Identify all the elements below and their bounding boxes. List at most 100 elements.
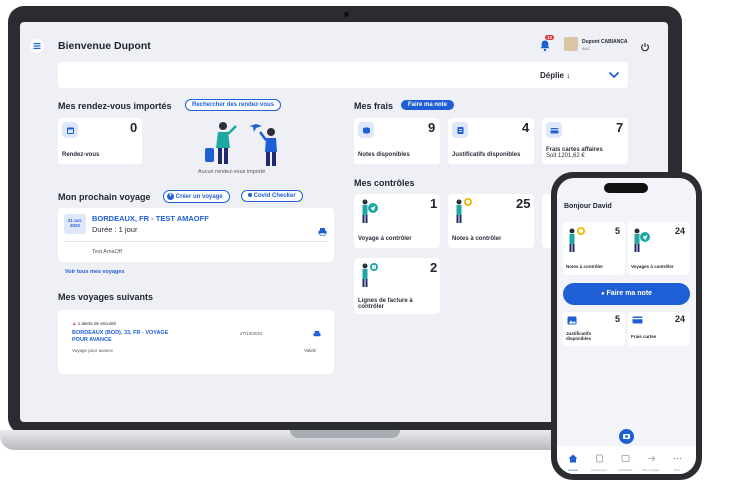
power-icon	[641, 43, 649, 52]
expenses-title: Mes frais	[354, 101, 394, 111]
filter-label: Déplie ↓	[540, 71, 571, 80]
print-icon[interactable]	[318, 227, 327, 236]
business-cards-card[interactable]: 7 Frais cartes affaires Soit 1201,62 €	[542, 118, 628, 164]
phone-make-note-label: Faire ma note	[606, 290, 653, 297]
notification-button[interactable]: 12	[539, 35, 555, 57]
notes-control-count: 25	[516, 196, 531, 211]
travelers-illustration	[196, 118, 296, 170]
receipts-label: Justificatifs disponibles	[452, 152, 521, 158]
bell-icon	[540, 40, 550, 52]
phone-notes-control-label: Notes à contrôler	[566, 264, 604, 269]
next-trip-card[interactable]: 21 oct. 2022 BORDEAUX, FR - TEST AMAOFF …	[58, 208, 334, 262]
phone-greeting: Bonjour David	[564, 203, 612, 210]
business-cards-count: 7	[616, 120, 624, 135]
user-subtitle: AAC	[582, 46, 591, 51]
coin-person-icon	[456, 198, 472, 223]
camera-button[interactable]	[619, 429, 634, 444]
create-trip-label: Créer un voyage	[175, 194, 223, 201]
phone-receipts-card[interactable]: 5 Justificatifs disponibles	[563, 312, 625, 346]
rdv-label: Rendez-vous	[62, 152, 100, 158]
phone-receipts-label: Justificatifs disponibles	[566, 331, 592, 341]
following-trip-card[interactable]: ▲ 1 alerte de sécurité BORDEAUX (BOD), 3…	[58, 310, 334, 374]
nav-receipts[interactable]: Justificatifs	[615, 450, 635, 472]
receipts-count: 4	[522, 120, 530, 135]
menu-button[interactable]	[30, 39, 44, 53]
trip-control-card[interactable]: 1 Voyage à contrôler	[354, 194, 440, 248]
traveler-check-icon	[634, 228, 650, 252]
phone-notes-control-card[interactable]: 5 Notes à contrôler	[563, 222, 625, 275]
phone-dynamic-island	[604, 183, 648, 193]
invoice-lines-card[interactable]: 2 Lignes de facture à contrôler	[354, 258, 440, 314]
next-trip-title: Mon prochain voyage	[58, 192, 151, 202]
avatar[interactable]	[564, 37, 578, 51]
laptop-notch	[290, 430, 400, 438]
rdv-section-title: Mes rendez-vous importés	[58, 101, 172, 111]
invoice-lines-count: 2	[430, 260, 438, 275]
hamburger-icon	[33, 43, 41, 49]
rdv-empty-text: Aucun rendez-vous importé	[198, 169, 266, 175]
camera	[344, 12, 349, 17]
rdv-count: 0	[130, 120, 138, 135]
plane-icon	[647, 455, 655, 462]
print-icon[interactable]	[313, 330, 321, 338]
traveler-check-icon	[362, 199, 378, 223]
credit-card-icon	[546, 122, 562, 138]
nav-more-label: Plus	[674, 468, 680, 472]
nav-trips-label: Mes voyages	[642, 468, 660, 472]
notes-control-card[interactable]: 25 Notes à contrôler	[448, 194, 534, 248]
logout-button[interactable]	[640, 39, 650, 57]
phone-screen: Bonjour David 5 Notes à contrôler 24 Voy…	[557, 178, 696, 474]
home-icon	[568, 454, 578, 463]
coins-icon: ●	[600, 291, 605, 297]
receipt-icon	[621, 455, 629, 462]
create-trip-button[interactable]: + Créer un voyage	[163, 190, 230, 204]
notes-available-card[interactable]: 9 Notes disponibles	[354, 118, 440, 164]
nav-receipts-label: Justificatifs	[617, 468, 633, 472]
phone-notes-control-count: 5	[615, 226, 621, 236]
documents-icon	[595, 454, 603, 463]
notes-control-label: Notes à contrôler	[452, 236, 502, 242]
receipts-card[interactable]: 4 Justificatifs disponibles	[448, 118, 534, 164]
see-all-trips-link[interactable]: Voir tous mes voyages	[65, 269, 125, 275]
invoice-lines-label: Lignes de facture à contrôler	[358, 298, 413, 310]
trip-date-badge: 21 oct. 2022	[64, 214, 86, 234]
phone-cards-card[interactable]: 24 Frais cartes	[628, 312, 690, 346]
phone-trips-control-count: 24	[675, 226, 686, 236]
phone-trips-control-label: Voyages à contrôler	[631, 264, 674, 269]
following-trip-status: Validé	[304, 348, 317, 353]
user-name: Dupont CABIANCA	[582, 39, 628, 45]
phone-trips-control-card[interactable]: 24 Voyages à contrôler	[628, 222, 690, 275]
nav-documents-label: Documents	[591, 468, 607, 472]
covid-checker-button[interactable]: Covid Checker	[241, 190, 303, 202]
phone-make-note-button[interactable]: ● Faire ma note	[563, 283, 690, 305]
filter-bar[interactable]: Déplie ↓	[58, 62, 628, 88]
nav-home[interactable]: Accueil	[563, 450, 583, 472]
virus-icon	[248, 193, 252, 198]
covid-checker-label: Covid Checker	[253, 193, 296, 199]
receipt-icon	[452, 122, 468, 138]
invoice-person-icon	[362, 263, 378, 287]
rdv-card[interactable]: 0 Rendez-vous	[58, 118, 142, 164]
nav-documents[interactable]: Documents	[589, 450, 609, 472]
controls-title: Mes contrôles	[354, 178, 415, 188]
coins-icon	[358, 122, 374, 138]
phone-cards-label: Frais cartes	[631, 334, 657, 339]
following-trip-name[interactable]: BORDEAUX (BOD), 33, FR - VOYAGE POUR AVA…	[72, 330, 182, 344]
divider	[64, 241, 328, 242]
search-rdv-button[interactable]: Rechercher des rendez-vous	[185, 99, 282, 111]
nav-more[interactable]: Plus	[667, 450, 687, 472]
calendar-icon	[62, 122, 78, 138]
coin-person-icon	[569, 227, 585, 252]
chevron-down-icon[interactable]	[608, 71, 620, 79]
trip-name[interactable]: BORDEAUX, FR - TEST AMAOFF	[92, 214, 209, 223]
make-note-button[interactable]: Faire ma note	[401, 100, 455, 110]
business-cards-amount: Soit 1201,62 €	[546, 153, 585, 159]
following-trip-date: 27/10/2022	[240, 331, 263, 336]
nav-trips[interactable]: Mes voyages	[641, 450, 661, 472]
following-trips-title: Mes voyages suivants	[58, 292, 154, 302]
trip-control-label: Voyage à contrôler	[358, 236, 412, 242]
security-alert: ▲ 1 alerte de sécurité	[72, 321, 117, 326]
trip-date-year: 2022	[69, 223, 80, 228]
following-trip-subtitle: Voyage pour avance	[72, 348, 114, 353]
trip-duration: Durée : 1 jour	[92, 225, 138, 234]
